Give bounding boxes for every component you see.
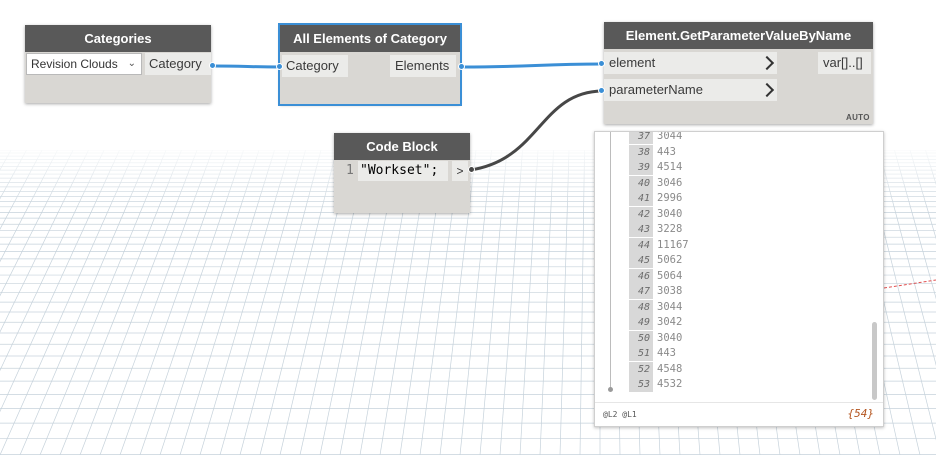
list-item: 53 4532 [629, 377, 682, 393]
list-item: 48 3044 [629, 299, 683, 316]
list-item-index: 45 [629, 253, 653, 268]
element-input-port[interactable]: element [604, 52, 777, 74]
list-item-value: 3044 [657, 132, 683, 142]
list-item-index: 53 [629, 377, 653, 392]
category-dropdown-value: Revision Clouds [31, 57, 118, 71]
code-block-output-label: > [456, 164, 464, 178]
list-item-index: 49 [629, 315, 653, 330]
list-item: 41 2996 [629, 191, 682, 207]
list-item-index: 43 [629, 222, 653, 237]
list-item-index: 39 [629, 160, 653, 175]
parametername-input-label: parameterName [609, 82, 703, 97]
list-item-index: 44 [629, 237, 653, 253]
list-item-index: 40 [629, 175, 653, 191]
list-item-index: 38 [629, 144, 653, 160]
list-item: 43 3228 [629, 222, 682, 238]
categories-output-label: Category [149, 56, 202, 71]
list-count: {54} [847, 407, 875, 420]
list-item-value: 3228 [657, 223, 683, 235]
all-elements-input-dot[interactable] [276, 63, 283, 70]
code-text: "Workset"; [360, 163, 439, 178]
list-item: 49 3042 [629, 315, 682, 331]
list-item-index: 51 [629, 346, 653, 361]
list-item-value: 3046 [657, 176, 683, 189]
list-item-index: 50 [629, 330, 653, 346]
categories-node-title: Categories [25, 25, 211, 52]
categories-node[interactable]: Categories Revision Clouds ⌄ Category [25, 25, 211, 103]
list-item-index: 48 [629, 299, 653, 315]
code-editor[interactable]: "Workset"; [358, 161, 448, 181]
code-block-output-port[interactable]: > [452, 161, 468, 181]
get-parameter-output-label: var[]..[] [823, 55, 863, 70]
tree-end-dot [608, 387, 613, 392]
list-item: 44 11167 [629, 237, 689, 254]
list-item-value: 2996 [657, 192, 683, 204]
code-block-output-dot[interactable] [468, 166, 475, 173]
tree-line [610, 132, 611, 388]
list-item: 39 4514 [629, 160, 682, 176]
list-item: 45 5062 [629, 253, 682, 269]
list-item: 50 3040 [629, 330, 683, 347]
watch-preview-panel[interactable]: 37 3044 38 443 39 4514 40 3046 41 2996 42 3040 43 322… [594, 131, 884, 427]
list-item-index: 52 [629, 361, 653, 377]
list-item: 37 3044 [629, 132, 682, 145]
list-item: 40 3046 [629, 175, 683, 192]
list-item-value: 4548 [657, 362, 683, 375]
list-item: 52 4548 [629, 361, 683, 378]
chevron-down-icon: ⌄ [127, 58, 136, 69]
element-input-label: element [609, 55, 656, 70]
categories-output-dot[interactable] [209, 62, 216, 69]
list-item-index: 37 [629, 132, 653, 144]
watch-scrollbar[interactable] [872, 322, 877, 400]
list-item-value: 3040 [657, 331, 683, 344]
list-item-index: 46 [629, 268, 653, 284]
get-parameter-node-title: Element.GetParameterValueByName [604, 22, 873, 49]
list-item-value: 4514 [657, 161, 683, 173]
list-item-value: 3040 [657, 207, 683, 220]
code-block-node-title: Code Block [334, 133, 470, 160]
list-levels[interactable]: @L2 @L1 [603, 410, 637, 419]
list-item-index: 47 [629, 284, 653, 299]
parametername-input-port[interactable]: parameterName [604, 79, 777, 101]
parametername-input-dot[interactable] [598, 87, 605, 94]
list-item-index: 42 [629, 206, 653, 222]
all-elements-input-port[interactable]: Category [282, 55, 348, 77]
list-item-value: 11167 [657, 238, 689, 251]
code-line-number: 1 [346, 163, 354, 178]
watch-footer: @L2 @L1 {54} [595, 402, 883, 426]
all-elements-node-title: All Elements of Category [280, 25, 460, 52]
categories-output-port[interactable]: Category [145, 53, 211, 75]
workspace-canvas[interactable]: Categories Revision Clouds ⌄ Category Al… [0, 0, 936, 455]
get-parameter-output-port[interactable]: var[]..[] [818, 52, 871, 74]
lacing-badge: AUTO [846, 113, 870, 122]
element-input-dot[interactable] [598, 60, 605, 67]
get-parameter-node[interactable]: Element.GetParameterValueByName element … [604, 22, 873, 124]
list-item-value: 443 [657, 347, 676, 359]
code-block-node[interactable]: Code Block 1 "Workset"; > [334, 133, 470, 213]
list-item: 46 5064 [629, 268, 683, 285]
list-item-value: 3044 [657, 300, 683, 313]
category-dropdown[interactable]: Revision Clouds ⌄ [26, 53, 142, 75]
all-elements-output-port[interactable]: Elements [390, 55, 456, 77]
list-item: 47 3038 [629, 284, 682, 300]
list-item: 38 443 [629, 144, 676, 161]
list-item-value: 4532 [657, 378, 683, 390]
list-item-index: 41 [629, 191, 653, 206]
all-elements-output-label: Elements [395, 58, 450, 73]
all-elements-input-label: Category [286, 58, 339, 73]
list-item-value: 3042 [657, 316, 683, 328]
all-elements-output-dot[interactable] [458, 63, 465, 70]
list-item-value: 5064 [657, 269, 683, 282]
list-item-value: 5062 [657, 254, 683, 266]
list-item: 51 443 [629, 346, 676, 362]
all-elements-node[interactable]: All Elements of Category Category Elemen… [278, 23, 462, 106]
list-item-value: 3038 [657, 285, 683, 297]
list-item: 42 3040 [629, 206, 683, 223]
watch-list[interactable]: 37 3044 38 443 39 4514 40 3046 41 2996 42 3040 43 322… [595, 132, 873, 396]
list-item-value: 443 [657, 145, 676, 158]
